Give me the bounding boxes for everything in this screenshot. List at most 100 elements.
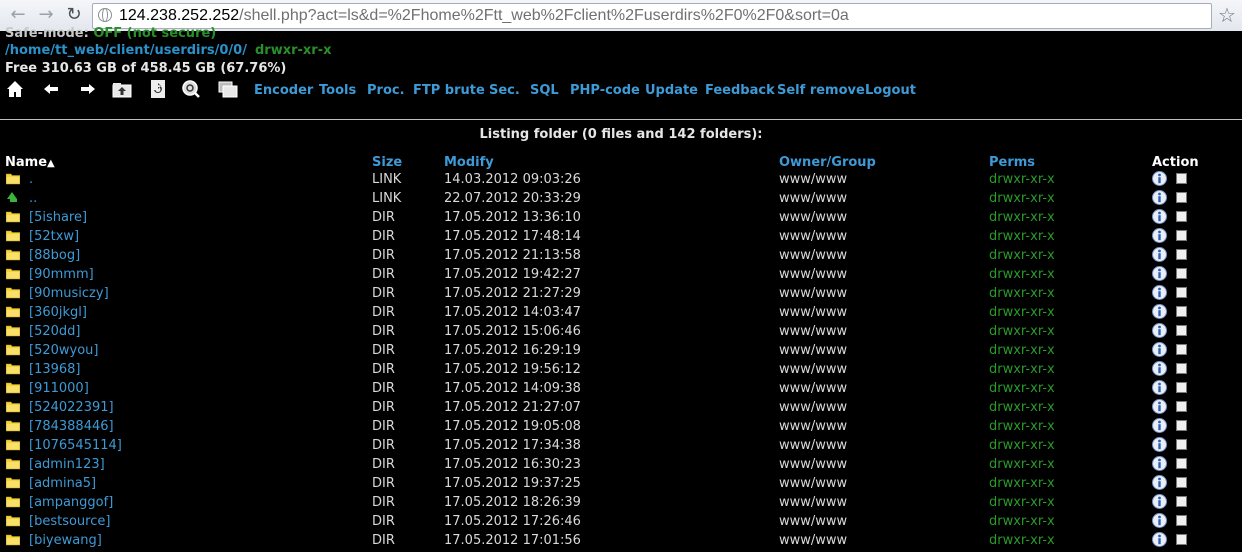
column-name-header[interactable]: Name▲ [5, 155, 55, 170]
folder-name-link[interactable]: [90mmm] [29, 266, 94, 283]
info-icon[interactable] [1152, 285, 1167, 300]
folder-name-link[interactable]: [784388446] [29, 418, 114, 435]
folder-name-link[interactable]: . [29, 171, 33, 188]
bookmark-star-icon[interactable]: ☆ [1218, 3, 1236, 27]
perms-link[interactable]: drwxr-xr-x [989, 342, 1055, 359]
select-checkbox[interactable] [1176, 439, 1187, 450]
info-icon[interactable] [1152, 266, 1167, 281]
column-owner-header[interactable]: Owner/Group [779, 155, 876, 170]
folder-name-link[interactable]: [1076545114] [29, 437, 122, 454]
info-icon[interactable] [1152, 361, 1167, 376]
perms-link[interactable]: drwxr-xr-x [989, 437, 1055, 454]
folder-name-link[interactable]: [360jkgl] [29, 304, 87, 321]
perms-link[interactable]: drwxr-xr-x [989, 171, 1055, 188]
menu-feedback[interactable]: Feedback [705, 83, 775, 98]
home-icon[interactable] [5, 79, 25, 99]
perms-link[interactable]: drwxr-xr-x [989, 456, 1055, 473]
refresh-icon[interactable] [148, 79, 168, 99]
info-icon[interactable] [1152, 532, 1167, 547]
sort-asc-icon[interactable]: ▲ [47, 158, 55, 169]
perms-link[interactable]: drwxr-xr-x [989, 323, 1055, 340]
select-checkbox[interactable] [1176, 268, 1187, 279]
info-icon[interactable] [1152, 342, 1167, 357]
current-directory[interactable]: /home/tt_web/client/userdirs/0/0/drwxr-x… [5, 43, 331, 58]
menu-self-remove[interactable]: Self remove [777, 83, 865, 98]
url-text[interactable]: 124.238.252.252/shell.php?act=ls&d=%2Fho… [119, 6, 849, 26]
select-checkbox[interactable] [1176, 249, 1187, 260]
info-icon[interactable] [1152, 399, 1167, 414]
perms-link[interactable]: drwxr-xr-x [989, 418, 1055, 435]
column-perms-header[interactable]: Perms [989, 155, 1035, 170]
perms-link[interactable]: drwxr-xr-x [989, 494, 1055, 511]
folder-name-link[interactable]: [bestsource] [29, 513, 110, 530]
select-checkbox[interactable] [1176, 230, 1187, 241]
select-checkbox[interactable] [1176, 382, 1187, 393]
perms-link[interactable]: drwxr-xr-x [989, 380, 1055, 397]
info-icon[interactable] [1152, 228, 1167, 243]
folder-name-link[interactable]: [520dd] [29, 323, 80, 340]
select-checkbox[interactable] [1176, 173, 1187, 184]
perms-link[interactable]: drwxr-xr-x [989, 209, 1055, 226]
select-checkbox[interactable] [1176, 325, 1187, 336]
select-checkbox[interactable] [1176, 192, 1187, 203]
folder-name-link[interactable]: [13968] [29, 361, 81, 378]
menu-ftp-brute[interactable]: FTP brute [413, 83, 485, 98]
folder-name-link[interactable]: [524022391] [29, 399, 114, 416]
info-icon[interactable] [1152, 456, 1167, 471]
perms-link[interactable]: drwxr-xr-x [989, 361, 1055, 378]
folder-name-link[interactable]: [admina5] [29, 475, 96, 492]
select-checkbox[interactable] [1176, 515, 1187, 526]
perms-link[interactable]: drwxr-xr-x [989, 285, 1055, 302]
select-checkbox[interactable] [1176, 306, 1187, 317]
search-icon[interactable] [181, 79, 201, 99]
menu-sec[interactable]: Sec. [489, 83, 520, 98]
folders-icon[interactable] [218, 79, 238, 99]
perms-link[interactable]: drwxr-xr-x [989, 190, 1055, 207]
column-modify-header[interactable]: Modify [444, 155, 494, 170]
info-icon[interactable] [1152, 513, 1167, 528]
perms-link[interactable]: drwxr-xr-x [989, 532, 1055, 549]
folder-name-link[interactable]: [911000] [29, 380, 89, 397]
info-icon[interactable] [1152, 304, 1167, 319]
reload-button[interactable]: ↻ [64, 5, 84, 25]
info-icon[interactable] [1152, 171, 1167, 186]
address-bar[interactable]: 124.238.252.252/shell.php?act=ls&d=%2Fho… [92, 3, 1212, 29]
perms-link[interactable]: drwxr-xr-x [989, 266, 1055, 283]
back-arrow-icon[interactable] [41, 79, 61, 99]
menu-logout[interactable]: Logout [865, 83, 916, 98]
folder-name-link[interactable]: .. [29, 190, 37, 207]
perms-link[interactable]: drwxr-xr-x [989, 513, 1055, 530]
folder-name-link[interactable]: [52txw] [29, 228, 79, 245]
perms-link[interactable]: drwxr-xr-x [989, 304, 1055, 321]
folder-name-link[interactable]: [88bog] [29, 247, 80, 264]
info-icon[interactable] [1152, 475, 1167, 490]
perms-link[interactable]: drwxr-xr-x [989, 228, 1055, 245]
perms-link[interactable]: drwxr-xr-x [989, 399, 1055, 416]
folder-name-link[interactable]: [biyewang] [29, 532, 102, 549]
select-checkbox[interactable] [1176, 211, 1187, 222]
info-icon[interactable] [1152, 380, 1167, 395]
info-icon[interactable] [1152, 209, 1167, 224]
back-button[interactable]: ← [8, 5, 28, 25]
forward-button[interactable]: → [36, 5, 56, 25]
column-size-header[interactable]: Size [372, 155, 402, 170]
perms-link[interactable]: drwxr-xr-x [989, 475, 1055, 492]
folder-name-link[interactable]: [admin123] [29, 456, 105, 473]
info-icon[interactable] [1152, 247, 1167, 262]
info-icon[interactable] [1152, 437, 1167, 452]
forward-arrow-icon[interactable] [78, 79, 98, 99]
info-icon[interactable] [1152, 323, 1167, 338]
menu-encoder[interactable]: Encoder [254, 83, 313, 98]
menu-proc[interactable]: Proc. [367, 83, 405, 98]
select-checkbox[interactable] [1176, 496, 1187, 507]
menu-update[interactable]: Update [645, 83, 698, 98]
select-checkbox[interactable] [1176, 458, 1187, 469]
info-icon[interactable] [1152, 418, 1167, 433]
select-checkbox[interactable] [1176, 477, 1187, 488]
menu-sql[interactable]: SQL [530, 83, 559, 98]
select-checkbox[interactable] [1176, 401, 1187, 412]
folder-name-link[interactable]: [520wyou] [29, 342, 98, 359]
select-checkbox[interactable] [1176, 363, 1187, 374]
select-checkbox[interactable] [1176, 420, 1187, 431]
info-icon[interactable] [1152, 190, 1167, 205]
